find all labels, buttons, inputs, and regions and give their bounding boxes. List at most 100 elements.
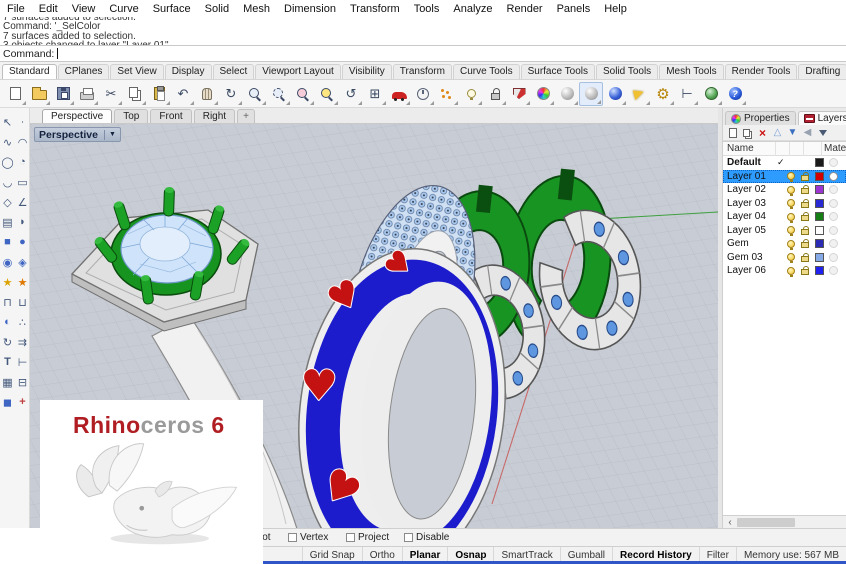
arc-icon[interactable]: ◡ [0, 172, 15, 192]
viewport-layout-icon[interactable]: ⊞ [363, 82, 387, 106]
save-icon[interactable] [51, 82, 75, 106]
scrollbar-thumb[interactable] [737, 518, 795, 527]
open-file-icon[interactable] [27, 82, 51, 106]
curve-handles-icon[interactable]: ◠ [15, 132, 30, 152]
toolbar-tab-curve-tools[interactable]: Curve Tools [453, 64, 520, 79]
clock-icon[interactable] [411, 82, 435, 106]
osnap-disable[interactable]: Disable [404, 532, 449, 543]
cage-edit-icon[interactable]: ⊔ [15, 292, 30, 312]
material-ball-icon[interactable] [829, 266, 838, 275]
sphere-icon[interactable]: ● [15, 232, 30, 252]
osnap-project[interactable]: Project [346, 532, 389, 543]
layer-lock-icon[interactable] [801, 175, 809, 181]
layer-visibility-bulb-icon[interactable] [787, 253, 795, 261]
layer-lock-icon[interactable] [801, 256, 809, 262]
layer-row[interactable]: Gem [723, 237, 846, 251]
toolbar-tab-display[interactable]: Display [165, 64, 212, 79]
toolbar-tab-standard[interactable]: Standard [2, 64, 57, 79]
layer-color-swatch[interactable] [815, 226, 824, 235]
filter-icon[interactable] [817, 130, 828, 136]
move-layer-up-icon[interactable]: △ [772, 127, 783, 138]
solid-tools-icon[interactable]: ◼ [0, 392, 15, 412]
layer-visibility-bulb-icon[interactable] [787, 199, 795, 207]
layer-row[interactable]: Layer 06 [723, 264, 846, 278]
new-layer-icon[interactable] [727, 128, 738, 138]
osnap-vertex[interactable]: Vertex [288, 532, 328, 543]
toolbar-tab-visibility[interactable]: Visibility [342, 64, 392, 79]
shaded-view-icon[interactable] [555, 82, 579, 106]
render-flag-icon[interactable] [627, 82, 651, 106]
menu-edit[interactable]: Edit [32, 3, 65, 15]
layer-color-swatch[interactable] [815, 239, 824, 248]
detail-icon[interactable]: ⊟ [15, 372, 30, 392]
point-cloud-icon[interactable]: ∴ [15, 312, 30, 332]
surface-icon[interactable]: ▤ [0, 212, 15, 232]
ghosted-view-icon[interactable] [579, 82, 603, 106]
box-icon[interactable]: ■ [0, 232, 15, 252]
viewport-tab-front[interactable]: Front [150, 109, 191, 123]
menu-view[interactable]: View [65, 3, 103, 15]
layer-color-swatch[interactable] [815, 172, 824, 181]
toolbar-tab-select[interactable]: Select [213, 64, 255, 79]
circle-icon[interactable]: ◯ [0, 152, 15, 172]
web-browser-icon[interactable] [699, 82, 723, 106]
layer-visibility-bulb-icon[interactable] [787, 213, 795, 221]
toolbar-tab-mesh-tools[interactable]: Mesh Tools [659, 64, 723, 79]
delete-layer-icon[interactable]: × [757, 126, 768, 140]
layer-row[interactable]: Gem 03 [723, 251, 846, 265]
layer-lock-icon[interactable] [801, 202, 809, 208]
material-ball-icon[interactable] [829, 253, 838, 262]
menu-tools[interactable]: Tools [407, 3, 447, 15]
polyline-icon[interactable]: ∠ [15, 192, 30, 212]
copy-icon[interactable] [123, 82, 147, 106]
undo-view-icon[interactable]: ↺ [339, 82, 363, 106]
toolbar-tab-render-tools[interactable]: Render Tools [725, 64, 798, 79]
menu-solid[interactable]: Solid [198, 3, 236, 15]
move-layer-down-icon[interactable]: ▼ [787, 127, 798, 138]
viewport-tab-right[interactable]: Right [194, 109, 235, 123]
layer-color-swatch[interactable] [815, 185, 824, 194]
help-icon[interactable]: ? [723, 82, 747, 106]
revolve-icon[interactable]: ◗ [15, 212, 30, 232]
toolbar-tab-solid-tools[interactable]: Solid Tools [596, 64, 658, 79]
menu-analyze[interactable]: Analyze [446, 3, 499, 15]
command-input[interactable]: Command: [0, 45, 846, 62]
select-color-icon[interactable] [507, 82, 531, 106]
material-ball-icon[interactable] [829, 172, 838, 181]
layer-color-swatch[interactable] [815, 266, 824, 275]
material-ball-icon[interactable] [829, 212, 838, 221]
toolbar-tab-drafting[interactable]: Drafting [798, 64, 846, 79]
layer-row[interactable]: Layer 02 [723, 183, 846, 197]
zoom-window-icon[interactable] [267, 82, 291, 106]
rotate-icon[interactable]: ↻ [0, 332, 15, 352]
menu-mesh[interactable]: Mesh [236, 3, 277, 15]
scroll-left-arrow[interactable]: ‹ [723, 517, 737, 528]
control-point-curve-icon[interactable]: ∿ [0, 132, 15, 152]
layer-row[interactable]: Layer 04 [723, 210, 846, 224]
scatter-points-icon[interactable] [435, 82, 459, 106]
lock-icon[interactable] [483, 82, 507, 106]
layer-lock-icon[interactable] [801, 215, 809, 221]
extrude-icon[interactable]: ⊓ [0, 292, 15, 312]
layer-color-swatch[interactable] [815, 158, 824, 167]
tab-layers[interactable]: Layers [798, 111, 846, 125]
select-pointer-icon[interactable]: ↖ [0, 112, 15, 132]
checkbox[interactable] [346, 533, 355, 542]
cut-icon[interactable]: ✂ [99, 82, 123, 106]
rectangle-icon[interactable]: ▭ [15, 172, 30, 192]
history-icon[interactable]: ⊢ [675, 82, 699, 106]
undo-icon[interactable]: ↶ [171, 82, 195, 106]
print-icon[interactable] [75, 82, 99, 106]
material-ball-icon[interactable] [829, 185, 838, 194]
menu-file[interactable]: File [0, 3, 32, 15]
zoom-extents-icon[interactable] [315, 82, 339, 106]
layer-color-swatch[interactable] [815, 212, 824, 221]
menu-dimension[interactable]: Dimension [277, 3, 343, 15]
layer-lock-icon[interactable] [801, 229, 809, 235]
menu-surface[interactable]: Surface [146, 3, 198, 15]
block-icon[interactable]: ▦ [0, 372, 15, 392]
ellipse-icon[interactable]: ◔ [15, 152, 30, 172]
layer-visibility-bulb-icon[interactable] [787, 172, 795, 180]
viewport-title-menu[interactable]: Perspective ▼ [34, 127, 121, 142]
layer-row[interactable]: Layer 03 [723, 197, 846, 211]
